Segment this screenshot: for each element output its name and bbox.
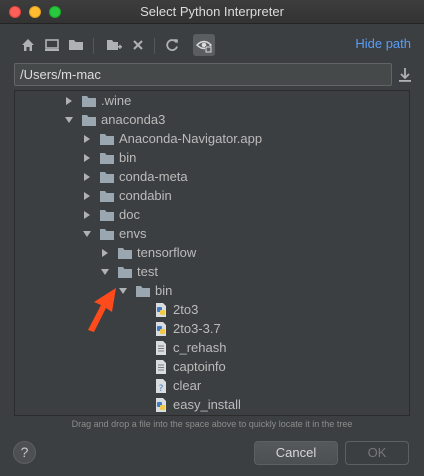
tree-folder-row[interactable]: .wine: [63, 91, 131, 110]
tree-folder-row[interactable]: Anaconda-Navigator.app: [81, 129, 262, 148]
folder-icon: [99, 207, 115, 223]
folder-icon: [99, 169, 115, 185]
folder-icon: [117, 264, 133, 280]
tree-item-label: doc: [119, 207, 140, 222]
tree-file-row[interactable]: c_rehash: [135, 338, 226, 357]
help-button[interactable]: ?: [13, 441, 36, 464]
chevron-down-icon[interactable]: [99, 266, 111, 278]
tree-item-label: captoinfo: [173, 359, 226, 374]
title-bar: Select Python Interpreter: [0, 0, 424, 24]
toolbar: Hide path: [0, 24, 424, 64]
tree-item-label: conda-meta: [119, 169, 188, 184]
svg-text:?: ?: [159, 384, 164, 394]
tree-item-label: .wine: [101, 93, 132, 108]
desktop-icon: [45, 39, 59, 51]
folder-icon: [81, 112, 97, 128]
tree-item-label: tensorflow: [137, 245, 197, 260]
tree-file-row[interactable]: easy_install: [135, 395, 241, 414]
delete-button[interactable]: [128, 35, 148, 55]
unknown-file-icon: ?: [153, 378, 169, 394]
tree-item-label: envs: [119, 226, 147, 241]
tree-item-label: 2to3-3.7: [173, 321, 221, 336]
tree-item-label: condabin: [119, 188, 172, 203]
tree-item-label: test: [137, 264, 158, 279]
drag-drop-hint: Drag and drop a file into the space abov…: [71, 419, 353, 429]
tree-file-row[interactable]: ? clear: [135, 376, 201, 395]
chevron-down-icon[interactable]: [81, 228, 93, 240]
tree-folder-row[interactable]: bin: [117, 281, 172, 300]
chevron-right-icon[interactable]: [81, 190, 93, 202]
tree-file-row[interactable]: captoinfo: [135, 357, 226, 376]
tree-item-label: easy_install: [173, 397, 241, 412]
tree-item-label: 2to3: [173, 302, 199, 317]
tree-folder-row[interactable]: bin: [81, 148, 136, 167]
tree-scrollbar[interactable]: [401, 93, 407, 123]
chevron-right-icon[interactable]: [81, 133, 93, 145]
tree-folder-row[interactable]: condabin: [81, 186, 172, 205]
tree-item-label: c_rehash: [173, 340, 227, 355]
project-button[interactable]: [66, 35, 86, 55]
home-icon: [22, 39, 34, 51]
show-hidden-icon: [196, 40, 212, 53]
chevron-right-icon[interactable]: [81, 209, 93, 221]
folder-icon: [99, 188, 115, 204]
toolbar-separator: [93, 38, 94, 54]
toolbar-separator: [154, 38, 155, 54]
folder-icon: [135, 283, 151, 299]
folder-icon: [99, 131, 115, 147]
chevron-right-icon[interactable]: [81, 171, 93, 183]
tree-item-label: bin: [119, 150, 137, 165]
text-file-icon: [153, 340, 169, 356]
chevron-right-icon[interactable]: [63, 95, 75, 107]
folder-icon: [99, 226, 115, 242]
path-input[interactable]: /Users/m-mac: [14, 63, 392, 86]
tree-item-label: Anaconda-Navigator.app: [119, 131, 263, 146]
folder-icon: [117, 245, 133, 261]
window-title: Select Python Interpreter: [140, 4, 284, 19]
refresh-icon: [166, 39, 178, 51]
python-file-icon: [153, 321, 169, 337]
refresh-button[interactable]: [162, 35, 182, 55]
tree-file-row[interactable]: 2to3: [135, 300, 198, 319]
file-tree[interactable]: .wine anaconda3 Anaconda-Navigator.app bin c…: [14, 90, 410, 416]
download-button[interactable]: [397, 66, 413, 84]
tree-item-label: clear: [173, 378, 202, 393]
new-folder-button[interactable]: [104, 35, 124, 55]
python-file-icon: [153, 397, 169, 413]
chevron-right-icon[interactable]: [99, 247, 111, 259]
folder-icon: [99, 150, 115, 166]
tree-file-row[interactable]: 2to3-3.7: [135, 319, 221, 338]
annotation-arrow-icon: [88, 288, 116, 332]
desktop-button[interactable]: [42, 35, 62, 55]
delete-icon: [133, 40, 143, 50]
show-hidden-button[interactable]: [193, 34, 215, 56]
folder-icon: [81, 93, 97, 109]
tree-folder-row[interactable]: envs: [81, 224, 146, 243]
cancel-button[interactable]: Cancel: [254, 441, 338, 465]
python-file-icon: [153, 302, 169, 318]
ok-button[interactable]: OK: [345, 441, 409, 465]
tree-item-label: bin: [155, 283, 173, 298]
tree-folder-row[interactable]: doc: [81, 205, 140, 224]
tree-folder-row[interactable]: conda-meta: [81, 167, 188, 186]
hide-path-link[interactable]: Hide path: [355, 36, 411, 51]
chevron-right-icon[interactable]: [81, 152, 93, 164]
download-icon: [399, 68, 411, 82]
project-icon: [69, 40, 83, 50]
tree-item-label: anaconda3: [101, 112, 166, 127]
chevron-down-icon[interactable]: [63, 114, 75, 126]
text-file-icon: [153, 359, 169, 375]
home-button[interactable]: [18, 35, 38, 55]
tree-folder-row[interactable]: test: [99, 262, 158, 281]
tree-folder-row[interactable]: anaconda3: [63, 110, 165, 129]
tree-folder-row[interactable]: tensorflow: [99, 243, 196, 262]
new-folder-icon: [107, 40, 122, 50]
